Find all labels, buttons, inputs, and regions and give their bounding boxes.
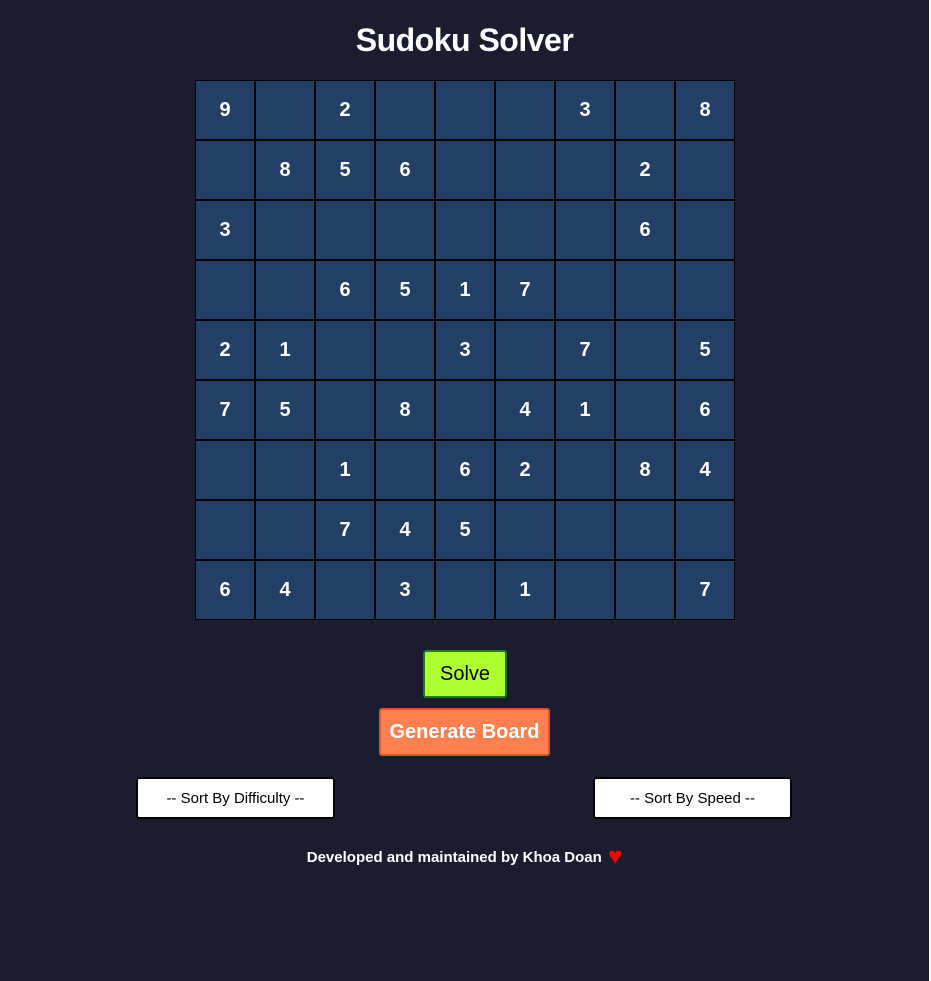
- sudoku-cell-r7-c9[interactable]: 4: [675, 440, 735, 500]
- sudoku-cell-r9-c4[interactable]: 3: [375, 560, 435, 620]
- sudoku-cell-r5-c4[interactable]: [375, 320, 435, 380]
- solve-button[interactable]: Solve: [423, 650, 507, 698]
- sudoku-cell-r1-c8[interactable]: [615, 80, 675, 140]
- sudoku-cell-r5-c7[interactable]: 7: [555, 320, 615, 380]
- sudoku-cell-r4-c8[interactable]: [615, 260, 675, 320]
- sudoku-cell-r7-c5[interactable]: 6: [435, 440, 495, 500]
- sudoku-cell-r5-c3[interactable]: [315, 320, 375, 380]
- sudoku-cell-r9-c1[interactable]: 6: [195, 560, 255, 620]
- sudoku-cell-r4-c2[interactable]: [255, 260, 315, 320]
- sudoku-cell-r3-c7[interactable]: [555, 200, 615, 260]
- sudoku-cell-r7-c2[interactable]: [255, 440, 315, 500]
- heart-icon: ♥: [607, 843, 623, 870]
- sudoku-cell-r6-c8[interactable]: [615, 380, 675, 440]
- sudoku-cell-r5-c2[interactable]: 1: [255, 320, 315, 380]
- sudoku-cell-r2-c9[interactable]: [675, 140, 735, 200]
- sudoku-cell-r9-c6[interactable]: 1: [495, 560, 555, 620]
- sudoku-cell-r7-c1[interactable]: [195, 440, 255, 500]
- sudoku-cell-r7-c6[interactable]: 2: [495, 440, 555, 500]
- sudoku-cell-r8-c7[interactable]: [555, 500, 615, 560]
- sudoku-cell-r9-c3[interactable]: [315, 560, 375, 620]
- sudoku-cell-r8-c1[interactable]: [195, 500, 255, 560]
- sudoku-cell-r4-c1[interactable]: [195, 260, 255, 320]
- sudoku-cell-r2-c2[interactable]: 8: [255, 140, 315, 200]
- sudoku-cell-r2-c5[interactable]: [435, 140, 495, 200]
- sudoku-cell-r7-c8[interactable]: 8: [615, 440, 675, 500]
- sudoku-cell-r9-c8[interactable]: [615, 560, 675, 620]
- sudoku-cell-r1-c7[interactable]: 3: [555, 80, 615, 140]
- sudoku-cell-r6-c2[interactable]: 5: [255, 380, 315, 440]
- sudoku-cell-r4-c4[interactable]: 5: [375, 260, 435, 320]
- sudoku-cell-r3-c3[interactable]: [315, 200, 375, 260]
- sudoku-cell-r6-c1[interactable]: 7: [195, 380, 255, 440]
- sudoku-cell-r5-c6[interactable]: [495, 320, 555, 380]
- sudoku-cell-r9-c9[interactable]: 7: [675, 560, 735, 620]
- sudoku-cell-r8-c9[interactable]: [675, 500, 735, 560]
- sudoku-cell-r4-c3[interactable]: 6: [315, 260, 375, 320]
- sudoku-cell-r1-c6[interactable]: [495, 80, 555, 140]
- sudoku-cell-r8-c2[interactable]: [255, 500, 315, 560]
- sudoku-cell-r9-c2[interactable]: 4: [255, 560, 315, 620]
- sort-by-speed-select[interactable]: -- Sort By Speed --: [593, 777, 792, 819]
- sudoku-cell-r8-c3[interactable]: 7: [315, 500, 375, 560]
- sudoku-cell-r1-c4[interactable]: [375, 80, 435, 140]
- sudoku-cell-r5-c1[interactable]: 2: [195, 320, 255, 380]
- sudoku-cell-r1-c5[interactable]: [435, 80, 495, 140]
- sudoku-cell-r1-c3[interactable]: 2: [315, 80, 375, 140]
- sudoku-cell-r3-c2[interactable]: [255, 200, 315, 260]
- sudoku-cell-r3-c1[interactable]: 3: [195, 200, 255, 260]
- sudoku-cell-r2-c4[interactable]: 6: [375, 140, 435, 200]
- sudoku-cell-r2-c7[interactable]: [555, 140, 615, 200]
- sudoku-cell-r9-c5[interactable]: [435, 560, 495, 620]
- sudoku-cell-r3-c6[interactable]: [495, 200, 555, 260]
- sudoku-cell-r6-c3[interactable]: [315, 380, 375, 440]
- sudoku-cell-r8-c5[interactable]: 5: [435, 500, 495, 560]
- sudoku-cell-r2-c8[interactable]: 2: [615, 140, 675, 200]
- sudoku-cell-r6-c6[interactable]: 4: [495, 380, 555, 440]
- sudoku-cell-r7-c4[interactable]: [375, 440, 435, 500]
- sort-by-difficulty-select[interactable]: -- Sort By Difficulty --: [136, 777, 335, 819]
- generate-board-button[interactable]: Generate Board: [379, 708, 550, 756]
- sudoku-board: 92388562366517213757584161628474564317: [195, 80, 735, 620]
- sort-by-difficulty-selected: -- Sort By Difficulty --: [166, 789, 305, 807]
- sudoku-cell-r8-c8[interactable]: [615, 500, 675, 560]
- sort-by-speed-selected: -- Sort By Speed --: [629, 789, 756, 807]
- sudoku-cell-r6-c9[interactable]: 6: [675, 380, 735, 440]
- sudoku-cell-r4-c6[interactable]: 7: [495, 260, 555, 320]
- sudoku-cell-r4-c9[interactable]: [675, 260, 735, 320]
- sudoku-cell-r3-c5[interactable]: [435, 200, 495, 260]
- sudoku-cell-r1-c9[interactable]: 8: [675, 80, 735, 140]
- sudoku-cell-r6-c4[interactable]: 8: [375, 380, 435, 440]
- sudoku-cell-r6-c5[interactable]: [435, 380, 495, 440]
- sudoku-cell-r8-c4[interactable]: 4: [375, 500, 435, 560]
- page-title: Sudoku Solver: [355, 22, 574, 58]
- sudoku-cell-r3-c4[interactable]: [375, 200, 435, 260]
- sudoku-cell-r6-c7[interactable]: 1: [555, 380, 615, 440]
- sudoku-cell-r1-c2[interactable]: [255, 80, 315, 140]
- sudoku-cell-r5-c9[interactable]: 5: [675, 320, 735, 380]
- sudoku-cell-r3-c8[interactable]: 6: [615, 200, 675, 260]
- sudoku-cell-r2-c3[interactable]: 5: [315, 140, 375, 200]
- sudoku-cell-r9-c7[interactable]: [555, 560, 615, 620]
- footer: Developed and maintained by Khoa Doan ♥: [0, 843, 929, 872]
- sudoku-cell-r7-c3[interactable]: 1: [315, 440, 375, 500]
- sudoku-cell-r7-c7[interactable]: [555, 440, 615, 500]
- sudoku-cell-r5-c8[interactable]: [615, 320, 675, 380]
- sudoku-cell-r5-c5[interactable]: 3: [435, 320, 495, 380]
- sudoku-cell-r4-c7[interactable]: [555, 260, 615, 320]
- sudoku-cell-r2-c1[interactable]: [195, 140, 255, 200]
- sudoku-cell-r2-c6[interactable]: [495, 140, 555, 200]
- footer-credit: Developed and maintained by Khoa Doan: [306, 849, 602, 866]
- sudoku-cell-r4-c5[interactable]: 1: [435, 260, 495, 320]
- sudoku-cell-r3-c9[interactable]: [675, 200, 735, 260]
- sudoku-cell-r1-c1[interactable]: 9: [195, 80, 255, 140]
- sudoku-cell-r8-c6[interactable]: [495, 500, 555, 560]
